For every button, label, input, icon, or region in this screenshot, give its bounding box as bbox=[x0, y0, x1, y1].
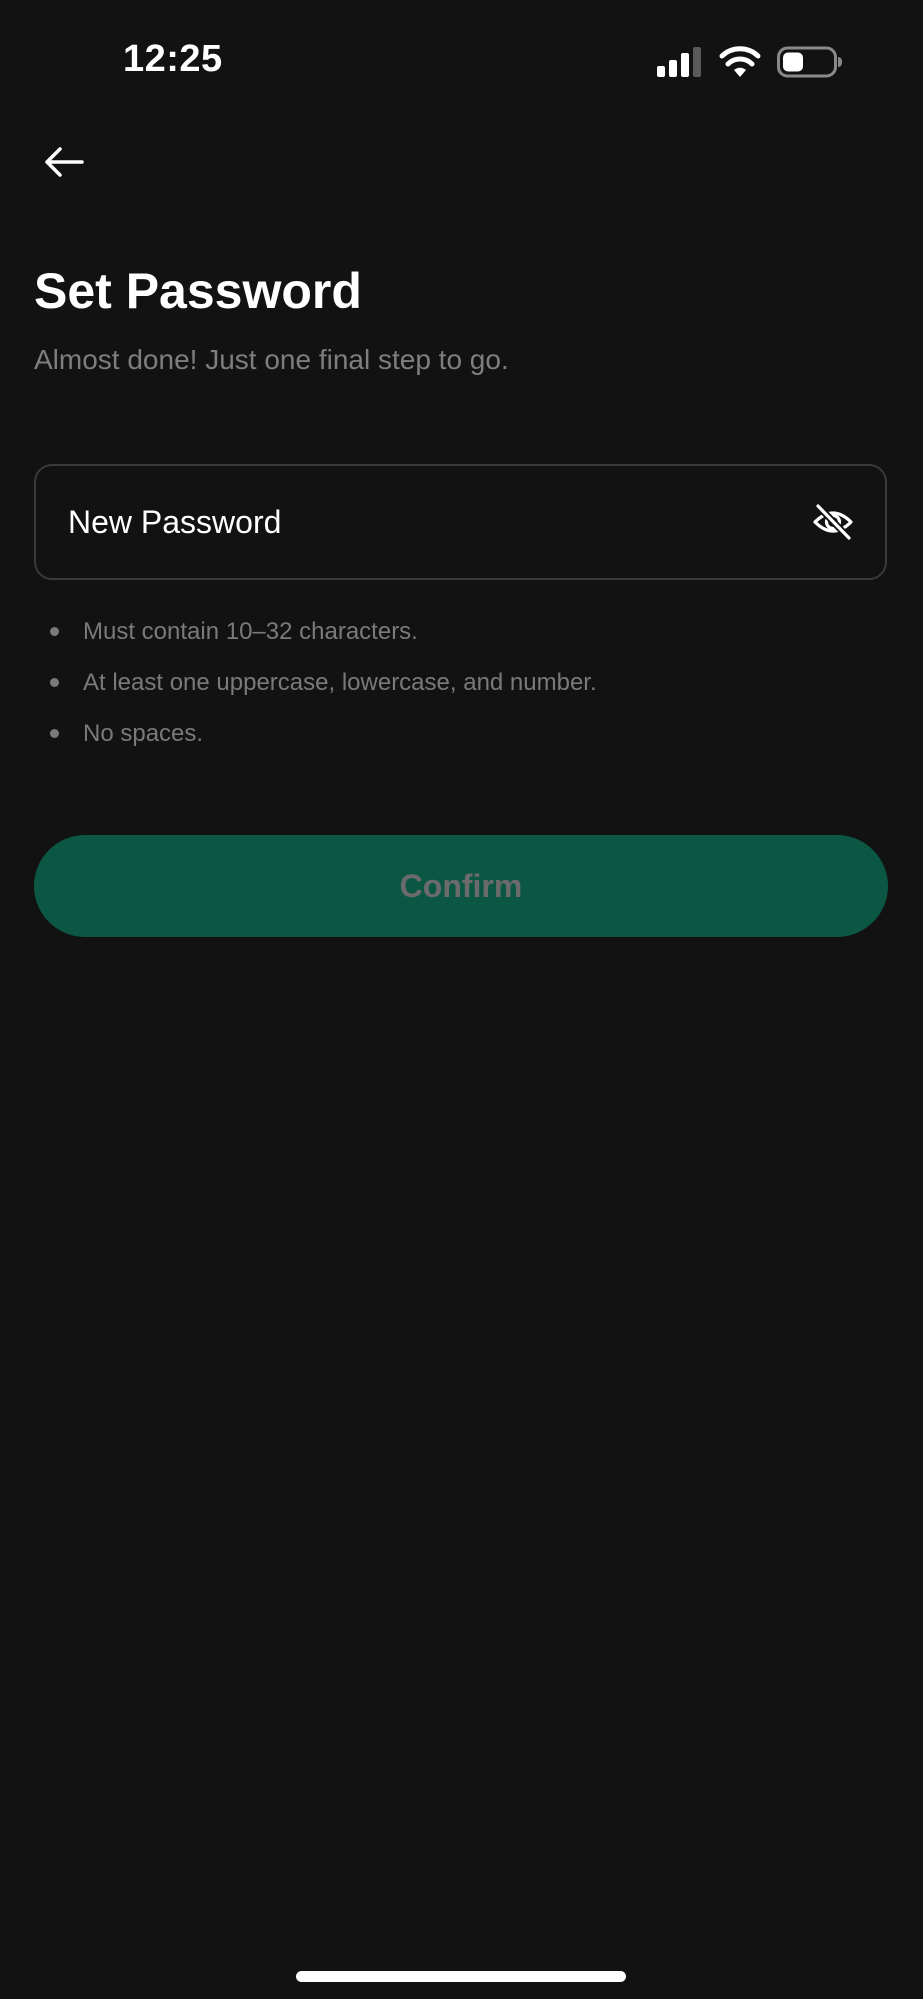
password-rule-length: Must contain 10–32 characters. bbox=[44, 606, 597, 657]
password-rule-spaces: No spaces. bbox=[44, 708, 597, 759]
wifi-icon bbox=[719, 46, 761, 77]
page-title: Set Password bbox=[34, 263, 362, 319]
bullet-icon bbox=[50, 627, 59, 636]
status-time: 12:25 bbox=[123, 38, 223, 80]
password-visibility-toggle[interactable] bbox=[809, 498, 857, 546]
bullet-icon bbox=[50, 729, 59, 738]
home-indicator[interactable] bbox=[296, 1971, 626, 1982]
password-rule-characters: At least one uppercase, lowercase, and n… bbox=[44, 657, 597, 708]
password-rules-list: Must contain 10–32 characters. At least … bbox=[44, 606, 597, 759]
confirm-button[interactable]: Confirm bbox=[34, 835, 888, 937]
battery-icon bbox=[777, 46, 842, 78]
back-button[interactable] bbox=[34, 136, 94, 188]
bullet-icon bbox=[50, 678, 59, 687]
status-bar: 12:25 bbox=[0, 0, 923, 120]
new-password-input[interactable] bbox=[68, 466, 788, 578]
rule-text: At least one uppercase, lowercase, and n… bbox=[83, 668, 597, 696]
page-subtitle: Almost done! Just one final step to go. bbox=[34, 344, 509, 375]
new-password-field[interactable] bbox=[34, 464, 887, 580]
eye-off-icon bbox=[813, 503, 853, 541]
status-icons bbox=[657, 44, 843, 80]
rule-text: Must contain 10–32 characters. bbox=[83, 617, 418, 645]
rule-text: No spaces. bbox=[83, 719, 204, 747]
cellular-signal-icon bbox=[657, 47, 701, 77]
arrow-left-icon bbox=[45, 147, 84, 177]
